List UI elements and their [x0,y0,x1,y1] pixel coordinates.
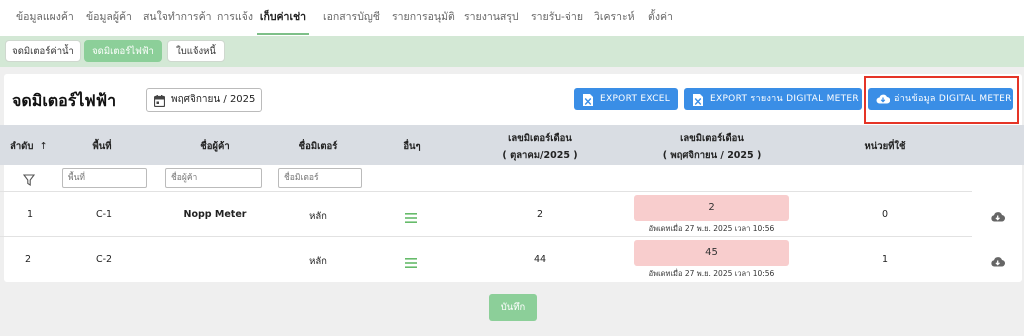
row1-prev-reading: 2 [536,209,544,220]
header-prev-month: เลขมิเตอร์เดือน ( ตุลาคม/2025 ) [490,131,590,163]
month-picker[interactable]: พฤศจิกายน / 2025 [146,88,262,112]
row1-units: 0 [881,209,889,220]
tab-rent-collection[interactable]: เก็บค่าเช่า [257,0,309,35]
filter-meter-input[interactable] [278,168,362,188]
header-order[interactable]: ลำดับ ↑ [10,139,48,154]
row2-curr-reading[interactable]: 45 [634,240,789,266]
filter-icon[interactable] [22,171,36,190]
row2-order: 2 [24,254,32,265]
tab-trader-data[interactable]: ข้อมูลผู้ค้า [86,0,132,35]
row2-prev-reading: 44 [533,254,547,265]
export-excel-label: EXPORT EXCEL [600,94,671,104]
subtab-invoice[interactable]: ใบแจ้งหนี้ [167,40,225,62]
tab-notifications[interactable]: การแจ้ง [217,0,253,35]
row1-trader: Nopp Meter [183,209,247,220]
subtab-water-meter[interactable]: จดมิเตอร์ค่าน้ำ [5,40,81,62]
header-curr-line1: เลขมิเตอร์เดือน [680,133,744,144]
header-meter: ชื่อมิเตอร์ [298,141,338,152]
tab-interested-trade[interactable]: สนใจทำการค้า [143,0,212,35]
header-area: พื้นที่ [92,141,112,152]
menu-icon[interactable] [405,253,417,272]
cloud-download-icon[interactable] [990,253,1006,272]
header-curr-month: เลขมิเตอร์เดือน ( พฤศจิกายน / 2025 ) [650,131,774,163]
cloud-download-icon[interactable] [990,208,1006,227]
tab-income-expense[interactable]: รายรับ-จ่าย [531,0,583,35]
top-navigation: ข้อมูลแผงค้า ข้อมูลผู้ค้า สนใจทำการค้า ก… [0,0,1024,37]
filter-trader-input[interactable] [165,168,262,188]
highlight-box [864,76,1019,124]
header-prev-line2: ( ตุลาคม/2025 ) [502,150,578,161]
tab-accounting-documents[interactable]: เอกสารบัญชี [323,0,380,35]
row2-area: C-2 [95,254,113,265]
tab-summary-report[interactable]: รายงานสรุป [464,0,519,35]
sub-tab-bar: จดมิเตอร์ค่าน้ำ จดมิเตอร์ไฟฟ้า ใบแจ้งหนี… [0,36,1024,67]
filter-area-input[interactable] [62,168,147,188]
header-prev-line1: เลขมิเตอร์เดือน [508,133,572,144]
excel-file-icon [693,93,703,115]
month-picker-value: พฤศจิกายน / 2025 [171,94,256,105]
header-order-label: ลำดับ [10,141,34,152]
header-trader: ชื่อผู้ค้า [200,141,230,152]
divider [0,236,972,237]
row1-area: C-1 [95,209,113,220]
subtab-electric-meter[interactable]: จดมิเตอร์ไฟฟ้า [84,40,162,62]
row2-meter: หลัก [309,256,327,267]
export-digital-meter-report-button[interactable]: EXPORT รายงาน DIGITAL METER [684,88,862,110]
export-excel-button[interactable]: EXPORT EXCEL [574,88,678,110]
row1-order: 1 [26,209,34,220]
row1-meter: หลัก [309,211,327,222]
excel-file-icon [583,93,593,115]
row1-curr-reading[interactable]: 2 [634,195,789,221]
header-other: อื่นๆ [403,141,421,152]
table-header: ลำดับ ↑ พื้นที่ ชื่อผู้ค้า ชื่อมิเตอร์ อ… [0,125,1024,165]
sort-arrow-up-icon[interactable]: ↑ [40,141,48,152]
save-button[interactable]: บันทึก [489,294,537,321]
tab-analysis[interactable]: วิเคราะห์ [594,0,635,35]
tab-approval-list[interactable]: รายการอนุมัติ [392,0,455,35]
calendar-icon [153,94,166,116]
header-curr-line2: ( พฤศจิกายน / 2025 ) [662,150,762,161]
row1-updated-at: อัพเดทเมื่อ 27 พ.ย. 2025 เวลา 10:56 [648,224,775,233]
menu-icon[interactable] [405,208,417,227]
export-report-label: EXPORT รายงาน DIGITAL METER [710,94,859,104]
divider [0,191,972,192]
row2-units: 1 [881,254,889,265]
page-title: จดมิเตอร์ไฟฟ้า [12,91,117,110]
tab-vendor-stall-data[interactable]: ข้อมูลแผงค้า [16,0,74,35]
row2-updated-at: อัพเดทเมื่อ 27 พ.ย. 2025 เวลา 10:56 [648,269,775,278]
header-units: หน่วยที่ใช้ [864,141,906,152]
tab-settings[interactable]: ตั้งค่า [648,0,673,35]
